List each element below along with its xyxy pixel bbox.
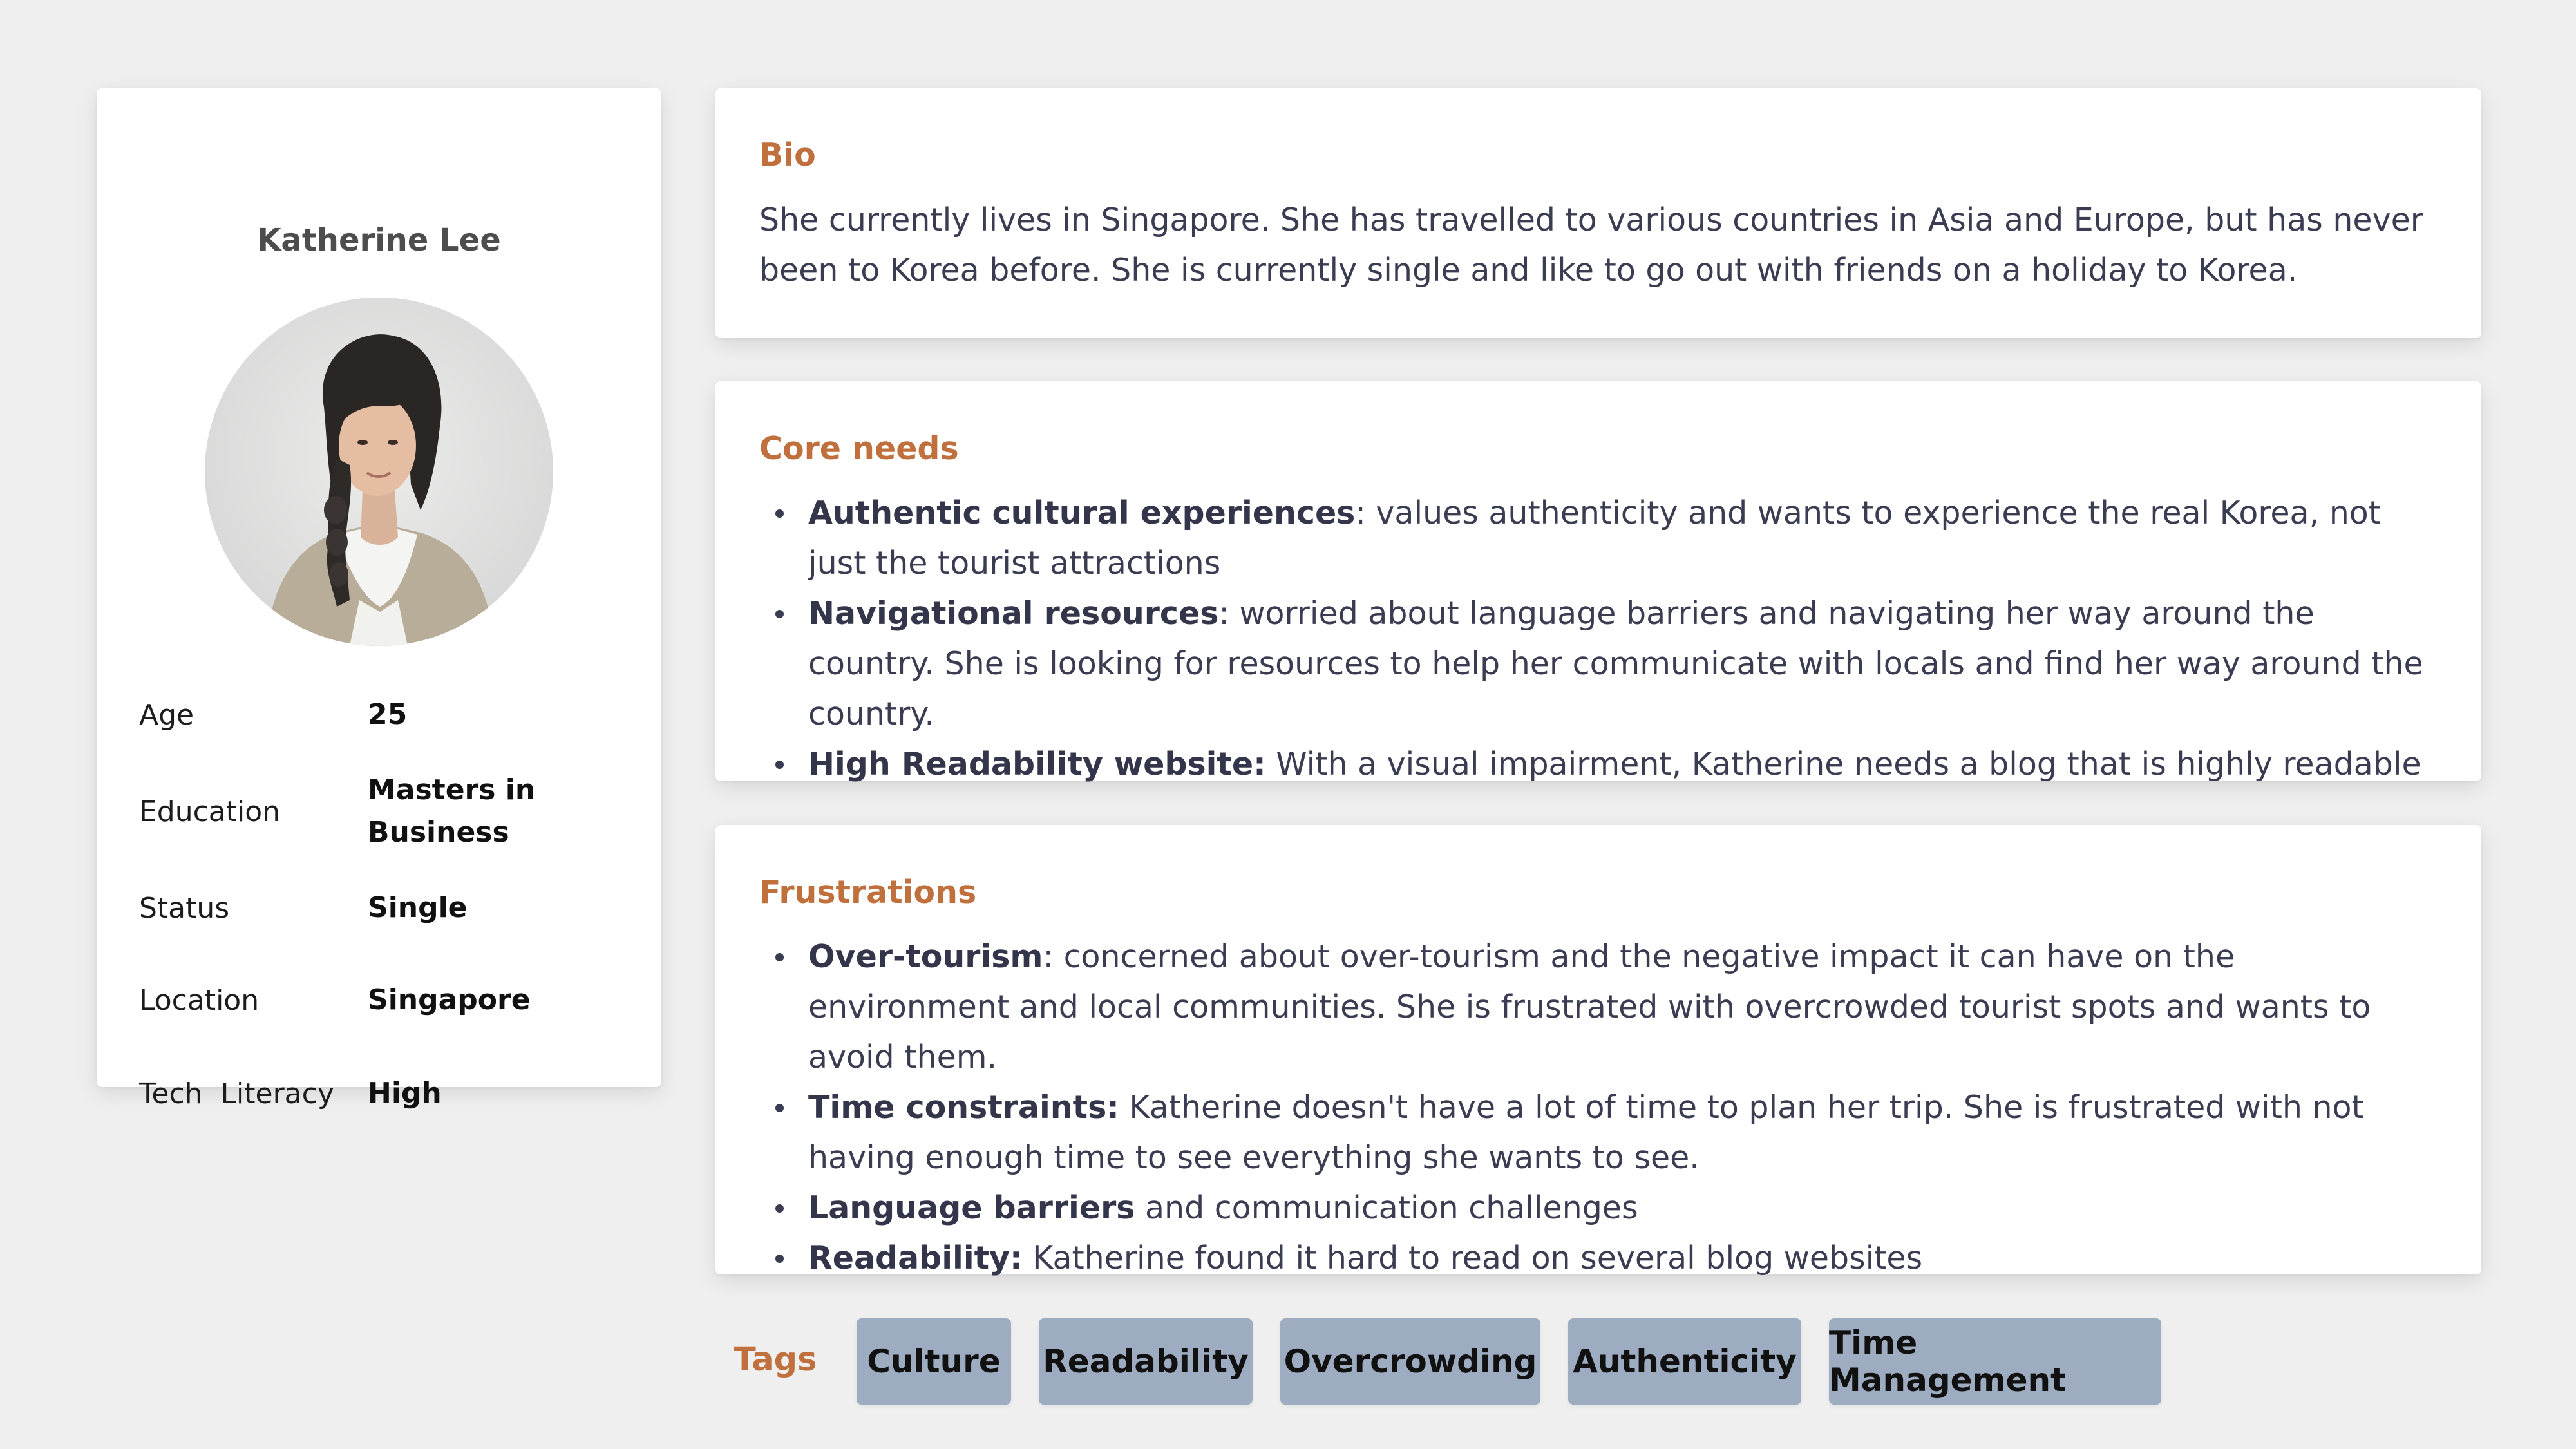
attribute-value: Masters in Business: [368, 773, 536, 849]
tag-time-management[interactable]: Time Management: [1829, 1318, 2161, 1405]
core-needs-title: Core needs: [759, 430, 959, 467]
bio-text: She currently lives in Singapore. She ha…: [759, 202, 2423, 289]
avatar-photo: [205, 298, 553, 646]
persona-profile-card: Katherine Lee Age 25 Education Masters i…: [97, 88, 661, 1110]
attribute-location: Location Singapore: [139, 976, 636, 1025]
bullet-icon: [775, 1255, 784, 1263]
tag-authenticity[interactable]: Authenticity: [1568, 1318, 1801, 1405]
item-text: : concerned about over-tourism and the n…: [808, 938, 2371, 1075]
frustrations-section: Frustrations Over-tourism: concerned abo…: [715, 825, 2481, 1276]
bio-section: Bio She currently lives in Singapore. Sh…: [715, 88, 2481, 338]
item-text: With a visual impairment, Katherine need…: [1265, 746, 2421, 782]
item-heading: Authentic cultural experiences: [808, 495, 1356, 531]
list-item: Navigational resources: worried about la…: [775, 589, 2443, 739]
attribute-label: Tech Literacy: [139, 1077, 334, 1110]
item-heading: Over-tourism: [808, 938, 1043, 975]
attribute-value: 25: [368, 698, 408, 731]
frustrations-title: Frustrations: [759, 874, 977, 911]
core-needs-list: Authentic cultural experiences: values a…: [759, 488, 2443, 790]
attribute-age: Age 25: [139, 690, 636, 739]
bullet-icon: [775, 610, 784, 618]
list-item: Time constraints: Katherine doesn't have…: [775, 1083, 2443, 1183]
bullet-icon: [775, 1104, 784, 1112]
list-item: Over-tourism: concerned about over-touri…: [775, 932, 2443, 1083]
core-needs-section: Core needs Authentic cultural experience…: [715, 381, 2481, 782]
attribute-value: Singapore: [368, 983, 531, 1016]
bullet-icon: [775, 1204, 784, 1213]
attribute-tech-literacy: Tech Literacy High: [139, 1069, 636, 1118]
tag-overcrowding[interactable]: Overcrowding: [1280, 1318, 1540, 1405]
attribute-label: Education: [139, 795, 281, 828]
tag-culture[interactable]: Culture: [857, 1318, 1011, 1405]
list-item: High Readability website: With a visual …: [775, 739, 2443, 790]
tags-label: Tags: [734, 1341, 817, 1379]
persona-name: Katherine Lee: [257, 222, 501, 258]
item-heading: High Readability website:: [808, 746, 1266, 782]
persona-avatar: [205, 298, 553, 646]
attribute-value: Single: [368, 891, 468, 924]
item-heading: Time constraints:: [808, 1089, 1119, 1126]
bullet-icon: [775, 509, 784, 518]
attribute-label: Status: [139, 891, 230, 925]
frustrations-list: Over-tourism: concerned about over-touri…: [759, 932, 2443, 1283]
attribute-education: Education Masters in Business: [139, 768, 636, 855]
item-text: and communication challenges: [1135, 1189, 1638, 1226]
list-item: Authentic cultural experiences: values a…: [775, 488, 2443, 589]
tag-readability[interactable]: Readability: [1039, 1318, 1253, 1405]
frustrations-body: Over-tourism: concerned about over-touri…: [759, 932, 2443, 1283]
list-item: Language barriers and communication chal…: [775, 1183, 2443, 1233]
bullet-icon: [775, 761, 784, 769]
core-needs-body: Authentic cultural experiences: values a…: [759, 488, 2443, 790]
attribute-label: Location: [139, 983, 260, 1017]
attribute-status: Status Single: [139, 884, 636, 933]
bio-title: Bio: [759, 137, 816, 173]
attribute-value: High: [368, 1077, 442, 1110]
item-text: Katherine found it hard to read on sever…: [1022, 1240, 1923, 1276]
item-heading: Navigational resources: [808, 595, 1219, 632]
item-heading: Language barriers: [808, 1189, 1135, 1226]
list-item: Readability: Katherine found it hard to …: [775, 1233, 2443, 1283]
item-heading: Readability:: [808, 1240, 1023, 1276]
bullet-icon: [775, 953, 784, 961]
attribute-label: Age: [139, 698, 194, 732]
